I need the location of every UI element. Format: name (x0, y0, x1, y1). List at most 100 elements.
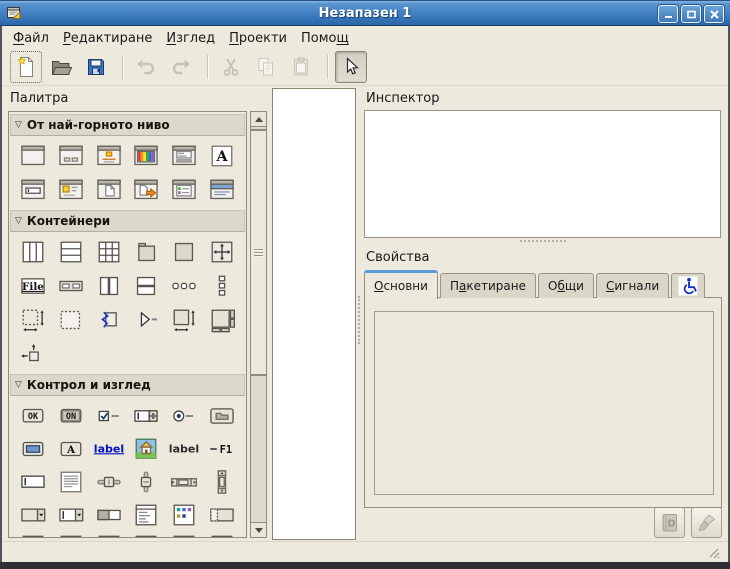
palette-item-clipped[interactable] (204, 534, 240, 538)
tab-accessibility[interactable] (671, 273, 705, 298)
palette-item-combo-box-entry[interactable] (53, 501, 89, 529)
tab-пакетиране[interactable]: Пакетиране (440, 273, 536, 298)
tab-общи[interactable]: Общи (538, 273, 594, 298)
selector-pointer-button[interactable] (335, 51, 367, 83)
palette-item-icon-view[interactable] (166, 501, 202, 529)
window-border-bottom (0, 562, 730, 569)
menu-bar: ФайлРедактиранеИзгледПроектиПомощ (2, 27, 728, 49)
palette-item-radio-button[interactable] (166, 402, 202, 430)
palette-item-tree-view[interactable] (128, 501, 164, 529)
palette-item-input-dialog[interactable] (15, 176, 51, 204)
palette-item-cell-view[interactable] (204, 501, 240, 529)
tab-основни[interactable]: Основни (364, 270, 438, 299)
palette-item-hpaned[interactable] (91, 272, 127, 300)
design-canvas[interactable] (272, 88, 356, 540)
palette-item-list-dialog[interactable] (166, 176, 202, 204)
tab-сигнали[interactable]: Сигнали (596, 273, 669, 298)
scrollbar-thumb[interactable] (251, 130, 266, 375)
scroll-down-button[interactable] (251, 522, 266, 537)
palette-item-link-button[interactable]: label (91, 435, 127, 463)
palette-scrollbar[interactable] (250, 111, 267, 538)
palette-item-dialog[interactable] (53, 142, 89, 170)
palette-item-notebook[interactable] (204, 306, 240, 334)
palette-item-font-selection-dialog[interactable]: A (204, 142, 240, 170)
new-project-button[interactable] (10, 51, 42, 83)
scroll-up-button[interactable] (251, 112, 266, 127)
menu-изглед[interactable]: Изглед (159, 29, 222, 48)
palette-item-table[interactable] (91, 238, 127, 266)
palette-item-label[interactable]: label (166, 435, 202, 463)
palette-item-expander[interactable] (128, 306, 164, 334)
palette-item-button[interactable]: OK (15, 402, 51, 430)
palette-item-entry[interactable] (15, 468, 51, 496)
palette-item-handle-box[interactable] (91, 306, 127, 334)
palette-item-toolbar-widget[interactable] (53, 272, 89, 300)
palette-item-hscrollbar[interactable] (166, 468, 202, 496)
palette-item-hbox[interactable] (15, 238, 51, 266)
paste-icon (289, 55, 313, 79)
palette-item-clipped[interactable] (128, 534, 164, 538)
palette-item-message-dialog[interactable] (91, 142, 127, 170)
palette-item-viewport[interactable] (53, 306, 89, 334)
palette-item-vscrollbar[interactable] (204, 468, 240, 496)
palette-item-frame[interactable] (128, 238, 164, 266)
menu-помощ[interactable]: Помощ (294, 29, 356, 48)
minimize-button[interactable] (658, 5, 678, 23)
palette-item-window[interactable] (15, 142, 51, 170)
palette-item-alignment[interactable] (15, 340, 51, 368)
resize-grip[interactable] (708, 547, 720, 559)
palette-item-combo-box[interactable] (15, 501, 51, 529)
palette-item-clipped[interactable] (91, 534, 127, 538)
maximize-button[interactable] (681, 5, 701, 23)
palette-item-about-dialog[interactable] (53, 176, 89, 204)
palette-item-image[interactable] (128, 435, 164, 463)
frame-icon (130, 239, 162, 265)
palette-item-assistant[interactable] (204, 176, 240, 204)
palette-section-header[interactable]: ▽Контейнери (10, 210, 245, 232)
palette-item-progress-bar[interactable] (91, 501, 127, 529)
titlebar[interactable]: Незапазен 1 (0, 0, 730, 26)
palette-item-font-button[interactable]: A (53, 435, 89, 463)
palette-item-spin-button[interactable] (128, 402, 164, 430)
open-project-button[interactable] (45, 51, 77, 83)
menu-файл[interactable]: Файл (6, 29, 56, 48)
palette-item-file-chooser-dialog[interactable] (128, 176, 164, 204)
palette-item-hbutton-box[interactable] (166, 272, 202, 300)
save-project-button[interactable] (80, 51, 112, 83)
inspector-tree[interactable] (364, 110, 721, 238)
palette-item-vscale[interactable] (128, 468, 164, 496)
paned-handle-vertical[interactable] (358, 296, 361, 344)
palette-item-accel-label[interactable]: F1 (204, 435, 240, 463)
palette-item-vpaned[interactable] (128, 272, 164, 300)
palette-section-header[interactable]: ▽От най-горното ниво (10, 114, 245, 136)
palette-item-scrolled-window[interactable] (15, 306, 51, 334)
paned-handle-horizontal[interactable] (520, 240, 566, 243)
palette-item-clipped[interactable] (166, 534, 202, 538)
palette-item-toggle-button[interactable]: ON (53, 402, 89, 430)
clipped-icon (206, 535, 238, 538)
palette-item-clipped[interactable] (15, 534, 51, 538)
hpaned-icon (93, 273, 125, 299)
palette-item-dialog-page[interactable] (91, 176, 127, 204)
palette-item-clipped[interactable] (53, 534, 89, 538)
palette-grid: OKONAlabellabelF1 (15, 402, 240, 538)
close-button[interactable] (704, 5, 724, 23)
cut-button (215, 51, 247, 83)
palette-item-file-chooser-button[interactable] (204, 402, 240, 430)
palette-section-header[interactable]: ▽Контрол и изглед (10, 374, 245, 396)
palette-item-event-box[interactable] (166, 238, 202, 266)
palette-item-layout[interactable] (166, 306, 202, 334)
palette-item-color-selection-dialog[interactable] (128, 142, 164, 170)
palette-item-vbox[interactable] (53, 238, 89, 266)
palette-item-text-view[interactable] (53, 468, 89, 496)
palette-item-menubar[interactable]: File (15, 272, 51, 300)
menu-проекти[interactable]: Проекти (222, 29, 294, 48)
palette-item-check-button[interactable] (91, 402, 127, 430)
palette-item-file-selection-dialog[interactable] (166, 142, 202, 170)
palette-section-label: Контрол и изглед (27, 378, 151, 392)
palette-item-vbutton-box[interactable] (204, 272, 240, 300)
palette-item-hscale[interactable] (91, 468, 127, 496)
palette-item-fixed[interactable] (204, 238, 240, 266)
menu-редактиране[interactable]: Редактиране (56, 29, 159, 48)
palette-item-color-button[interactable] (15, 435, 51, 463)
